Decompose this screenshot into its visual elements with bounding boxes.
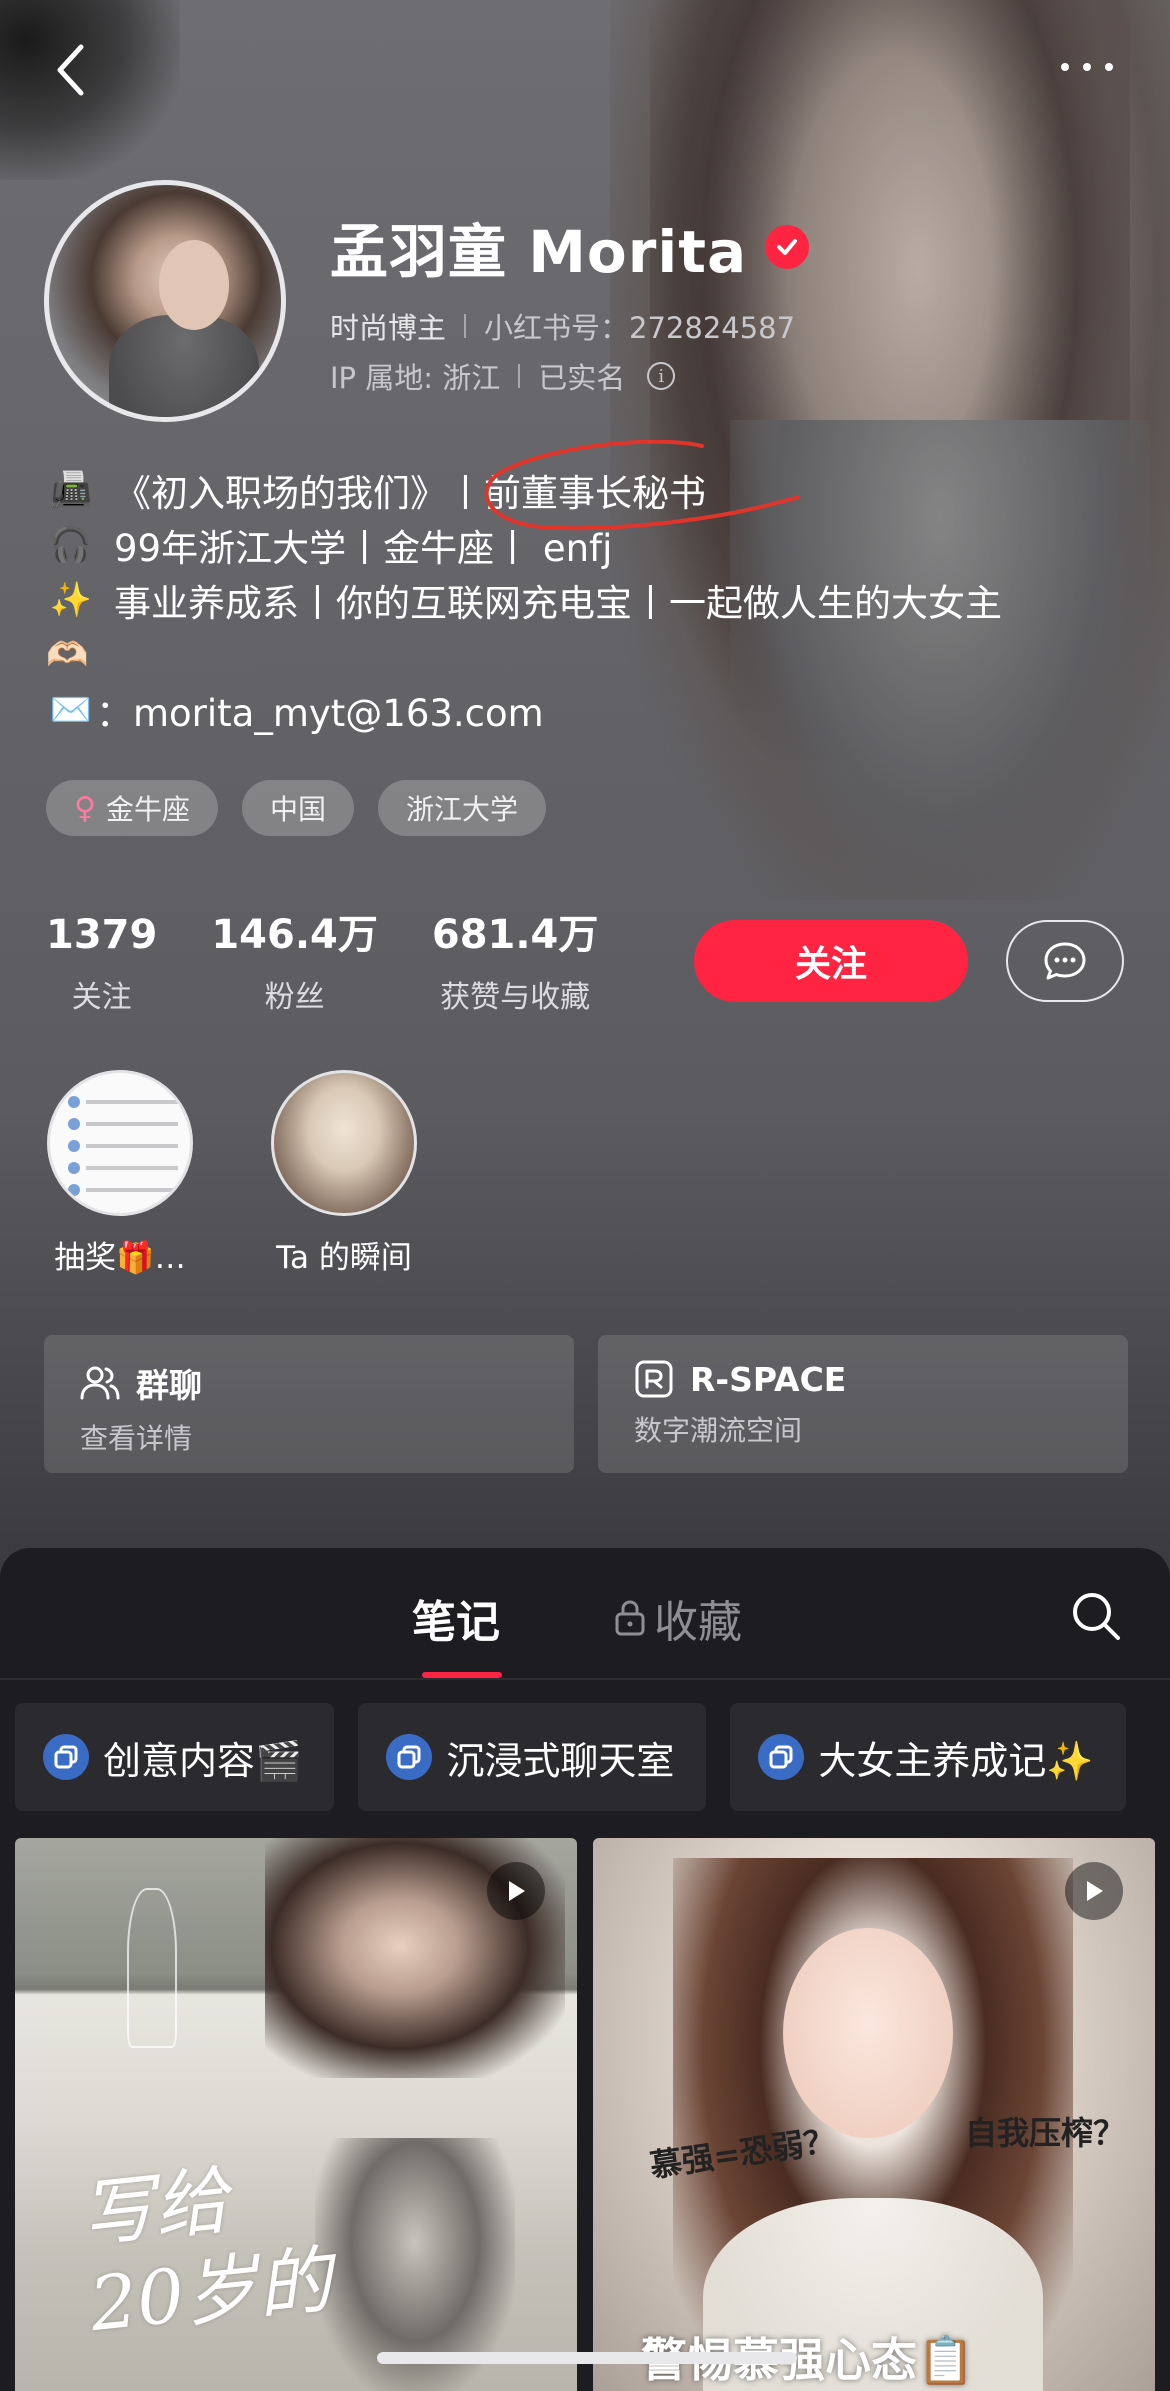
back-button[interactable] [48,40,92,100]
stat-fans[interactable]: 146.4万 粉丝 [211,910,378,1016]
message-bubble-icon [1044,942,1086,980]
r-space-card[interactable]: R-SPACE 数字潮流空间 [598,1335,1128,1473]
note-overlay-text: 写给 20岁的 [76,2157,336,2349]
highlights: 抽奖🎁… Ta 的瞬间 [40,1070,424,1277]
search-button[interactable] [1066,1586,1126,1646]
bio-text: 99年浙江大学丨金牛座丨 enfj [114,526,613,570]
video-play-icon [487,1862,545,1920]
content-panel: 笔记 收藏 创意内容🎬 沉浸式聊天室 大女主养成记✨ 写给 20岁的 慕强=恐弱… [0,1548,1170,2391]
feature-cards: 群聊 查看详情 R-SPACE 数字潮流空间 [44,1335,1128,1473]
bio: 📠 《初入职场的我们》丨前董事长秘书 🎧 99年浙江大学丨金牛座丨 enfj ✨… [46,462,1146,737]
group-people-icon [80,1366,120,1400]
tab-notes[interactable]: 笔记 [412,1586,502,1678]
more-horizontal-icon [1061,63,1069,71]
divider [464,314,467,338]
headphones-emoji-icon: 🎧 [49,524,93,565]
highlight-cover [271,1070,417,1216]
divider [518,364,521,388]
xhs-id[interactable]: 小红书号：272824587 [484,305,795,347]
profile-meta-row: 时尚博主 小红书号：272824587 [330,305,795,347]
sparkles-emoji-icon: ✨ [49,579,93,620]
feature-subtitle: 查看详情 [80,1422,193,1455]
feature-subtitle: 数字潮流空间 [634,1414,803,1447]
bio-line: ✨ 事业养成系丨你的互联网充电宝丨一起做人生的大女主 [46,572,1146,627]
note-card[interactable]: 慕强=恐弱？ 自我压榨？ 警惕慕强心态📋 [593,1838,1155,2391]
bio-text: 《初入职场的我们》丨前董事长秘书 [114,471,706,515]
bio-text: 事业养成系丨你的互联网充电宝丨一起做人生的大女主 [114,581,1002,625]
video-play-icon [1065,1862,1123,1920]
feature-title: 群聊 [136,1366,202,1405]
real-name-status: 已实名 [538,361,626,395]
search-icon [1073,1593,1120,1640]
profile-name-row: 孟羽童 Morita [330,205,810,289]
profile-stats: 1379 关注 146.4万 粉丝 681.4万 获赞与收藏 [46,910,652,1016]
chip-creative-content[interactable]: 创意内容🎬 [15,1703,335,1811]
follow-button[interactable]: 关注 [694,920,968,1002]
home-indicator [377,2352,797,2364]
collection-icon [386,1734,433,1780]
heart-hands-emoji-icon: 🫶🏻 [46,634,89,675]
bio-line: 🎧 99年浙江大学丨金牛座丨 enfj [46,517,1146,572]
chip-heroine-growth[interactable]: 大女主养成记✨ [730,1703,1126,1811]
ip-location: IP 属地: 浙江 [330,361,501,395]
envelope-emoji-icon: ✉️ [49,689,93,730]
note-caption-right: 自我压榨？ [964,2114,1125,2152]
tag-region[interactable]: 中国 [242,780,355,836]
tag-school[interactable]: 浙江大学 [378,780,547,836]
bio-email[interactable]: ：morita_myt@163.com [96,683,544,737]
avatar[interactable] [44,180,286,422]
collection-icon [43,1734,89,1780]
highlight-item[interactable]: 抽奖🎁… [40,1070,200,1277]
note-card[interactable]: 写给 20岁的 [15,1838,577,2391]
profile-category: 时尚博主 [330,311,447,345]
chip-immersive-chat[interactable]: 沉浸式聊天室 [358,1703,707,1811]
more-options-button[interactable] [1052,52,1122,82]
tab-collections[interactable]: 收藏 [614,1586,742,1650]
collection-icon [758,1734,805,1780]
fax-emoji-icon: 📠 [49,469,93,510]
bio-line: 📠 《初入职场的我们》丨前董事长秘书 [46,462,1146,517]
chevron-left-icon [57,44,84,96]
profile-name: 孟羽童 Morita [330,218,748,286]
lock-icon [615,1600,645,1636]
r-space-icon [635,1360,673,1398]
tag-zodiac[interactable]: ♀ 金牛座 [46,780,218,836]
highlight-item[interactable]: Ta 的瞬间 [264,1070,424,1277]
group-chat-card[interactable]: 群聊 查看详情 [44,1335,574,1473]
profile-tags: ♀ 金牛座 中国 浙江大学 [46,780,547,836]
verified-badge-icon [765,225,810,269]
content-tabs: 笔记 收藏 [0,1548,1170,1680]
highlight-label: Ta 的瞬间 [276,1240,412,1276]
stat-following[interactable]: 1379 关注 [46,910,157,1016]
bio-line: ✉️ ：morita_myt@163.com [46,682,1146,737]
bio-line: 🫶🏻 [46,627,1146,682]
message-button[interactable] [1006,920,1124,1002]
highlight-cover [47,1070,193,1216]
notes-grid: 写给 20岁的 慕强=恐弱？ 自我压榨？ 警惕慕强心态📋 [15,1838,1155,2391]
stat-likes[interactable]: 681.4万 获赞与收藏 [432,910,599,1016]
info-circle-icon[interactable]: i [647,362,676,390]
profile-ip-row: IP 属地: 浙江 已实名 i [330,355,676,397]
highlight-label: 抽奖🎁… [54,1240,186,1276]
collection-chips: 创意内容🎬 沉浸式聊天室 大女主养成记✨ [15,1703,1126,1811]
female-icon: ♀ [74,790,96,826]
top-bar [0,0,1170,140]
feature-title: R-SPACE [690,1359,847,1399]
